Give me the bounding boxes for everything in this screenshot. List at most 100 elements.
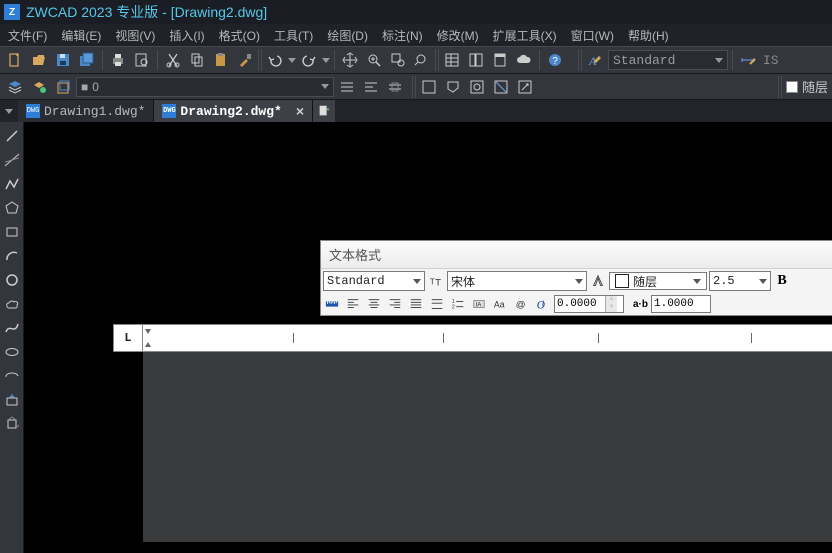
zoom-win-button[interactable] [387,49,409,71]
tool-palette-button[interactable] [489,49,511,71]
tab-close-button[interactable]: × [296,103,304,119]
cloud-button[interactable] [513,49,535,71]
save-button[interactable] [52,49,74,71]
vp-single-button[interactable] [418,76,440,98]
oblique-spinner[interactable]: ▲▼ [554,295,624,313]
cut-button[interactable] [162,49,184,71]
chevron-down-icon [693,279,701,284]
print-button[interactable] [107,49,129,71]
paste-button[interactable] [210,49,232,71]
ellipsearc-button[interactable] [2,366,22,386]
menu-insert[interactable]: 插入(I) [163,25,210,46]
text-style-select[interactable]: Standard [323,271,425,291]
app-icon: Z [4,4,20,20]
text-color-select[interactable]: 随层 [609,272,707,290]
insert-button[interactable] [2,390,22,410]
svg-text:/: / [542,301,544,308]
dimstyle-icon[interactable] [737,49,759,71]
menu-window[interactable]: 窗口(W) [565,25,620,46]
align-right-icon[interactable] [386,295,404,313]
bold-button[interactable]: B [773,272,791,290]
tracking-spinner[interactable] [651,295,711,313]
layer-select[interactable]: ■ 0 [76,77,334,97]
layer-prev-button[interactable] [52,76,74,98]
ellipse-button[interactable] [2,342,22,362]
zoom-rt-button[interactable] [363,49,385,71]
line-button[interactable] [2,126,22,146]
undo-dropdown-icon[interactable] [288,58,296,63]
layer-state-button[interactable] [28,76,50,98]
zoom-prev-button[interactable] [411,49,433,71]
revcloud-button[interactable] [2,294,22,314]
new-button[interactable] [4,49,26,71]
font-select[interactable]: 宋体 [447,271,587,291]
annotative-icon[interactable] [589,272,607,290]
tracking-value[interactable] [652,298,696,310]
mtext-edit-area[interactable] [143,352,832,542]
tab-drawing2[interactable]: DWG Drawing2.dwg* × [154,100,313,122]
vp-clip-button[interactable] [490,76,512,98]
menu-help[interactable]: 帮助(H) [622,25,675,46]
undo-button[interactable] [264,49,286,71]
xline-button[interactable] [2,150,22,170]
text-format-title[interactable]: 文本格式 [321,241,832,269]
matchprop-button[interactable] [234,49,256,71]
menu-format[interactable]: 格式(O) [213,25,266,46]
menu-tools[interactable]: 工具(T) [268,25,319,46]
spin-up-icon[interactable]: ▲ [605,296,617,304]
tab-drawing1[interactable]: DWG Drawing1.dwg* [18,100,154,122]
block-button[interactable] [2,414,22,434]
vp-obj-button[interactable] [466,76,488,98]
menu-modify[interactable]: 修改(M) [431,25,485,46]
help-button[interactable]: ? [544,49,566,71]
align-dist-icon[interactable] [428,295,446,313]
symbol-icon[interactable]: @ [512,295,530,313]
vp-poly-button[interactable] [442,76,464,98]
ruler-toggle-icon[interactable] [323,295,341,313]
menu-edit[interactable]: 编辑(E) [55,25,107,46]
layer-off-button[interactable] [360,76,382,98]
field-icon[interactable]: IA [470,295,488,313]
indent-marker-icon[interactable] [145,329,151,347]
uppercase-icon[interactable]: Aa [491,295,509,313]
pline-button[interactable] [2,174,22,194]
rect-button[interactable] [2,222,22,242]
redo-dropdown-icon[interactable] [322,58,330,63]
menu-ext[interactable]: 扩展工具(X) [487,25,563,46]
layer-iso-button[interactable] [336,76,358,98]
text-height-select[interactable]: 2.5 [709,271,771,291]
props-button[interactable] [441,49,463,71]
tabs-menu-button[interactable] [0,100,18,122]
spin-down-icon[interactable]: ▼ [605,304,617,312]
design-center-button[interactable] [465,49,487,71]
vp-scale-button[interactable] [514,76,536,98]
layer-frz-button[interactable] [384,76,406,98]
numbering-icon[interactable]: 12 [449,295,467,313]
oblique-value[interactable] [555,298,605,310]
circle-button[interactable] [2,270,22,290]
spline-button[interactable] [2,318,22,338]
align-justify-icon[interactable] [407,295,425,313]
polygon-button[interactable] [2,198,22,218]
copy-button[interactable] [186,49,208,71]
align-center-icon[interactable] [365,295,383,313]
menu-dim[interactable]: 标注(N) [376,25,429,46]
preview-button[interactable] [131,49,153,71]
align-left-icon[interactable] [344,295,362,313]
mtext-ruler[interactable] [143,324,832,352]
menu-draw[interactable]: 绘图(D) [321,25,374,46]
textstyle-select[interactable]: Standard [608,50,728,70]
ruler-corner[interactable]: L [113,324,143,352]
menu-view[interactable]: 视图(V) [109,25,161,46]
pan-button[interactable] [339,49,361,71]
saveall-button[interactable] [76,49,98,71]
open-button[interactable] [28,49,50,71]
textstyle-icon[interactable]: A [584,49,606,71]
redo-button[interactable] [298,49,320,71]
arc-button[interactable] [2,246,22,266]
tab-new-button[interactable] [313,100,335,122]
menu-file[interactable]: 文件(F) [2,25,53,46]
oblique-icon[interactable]: O/ [533,295,551,313]
layer-mgr-button[interactable] [4,76,26,98]
color-swatch-icon [786,81,798,93]
